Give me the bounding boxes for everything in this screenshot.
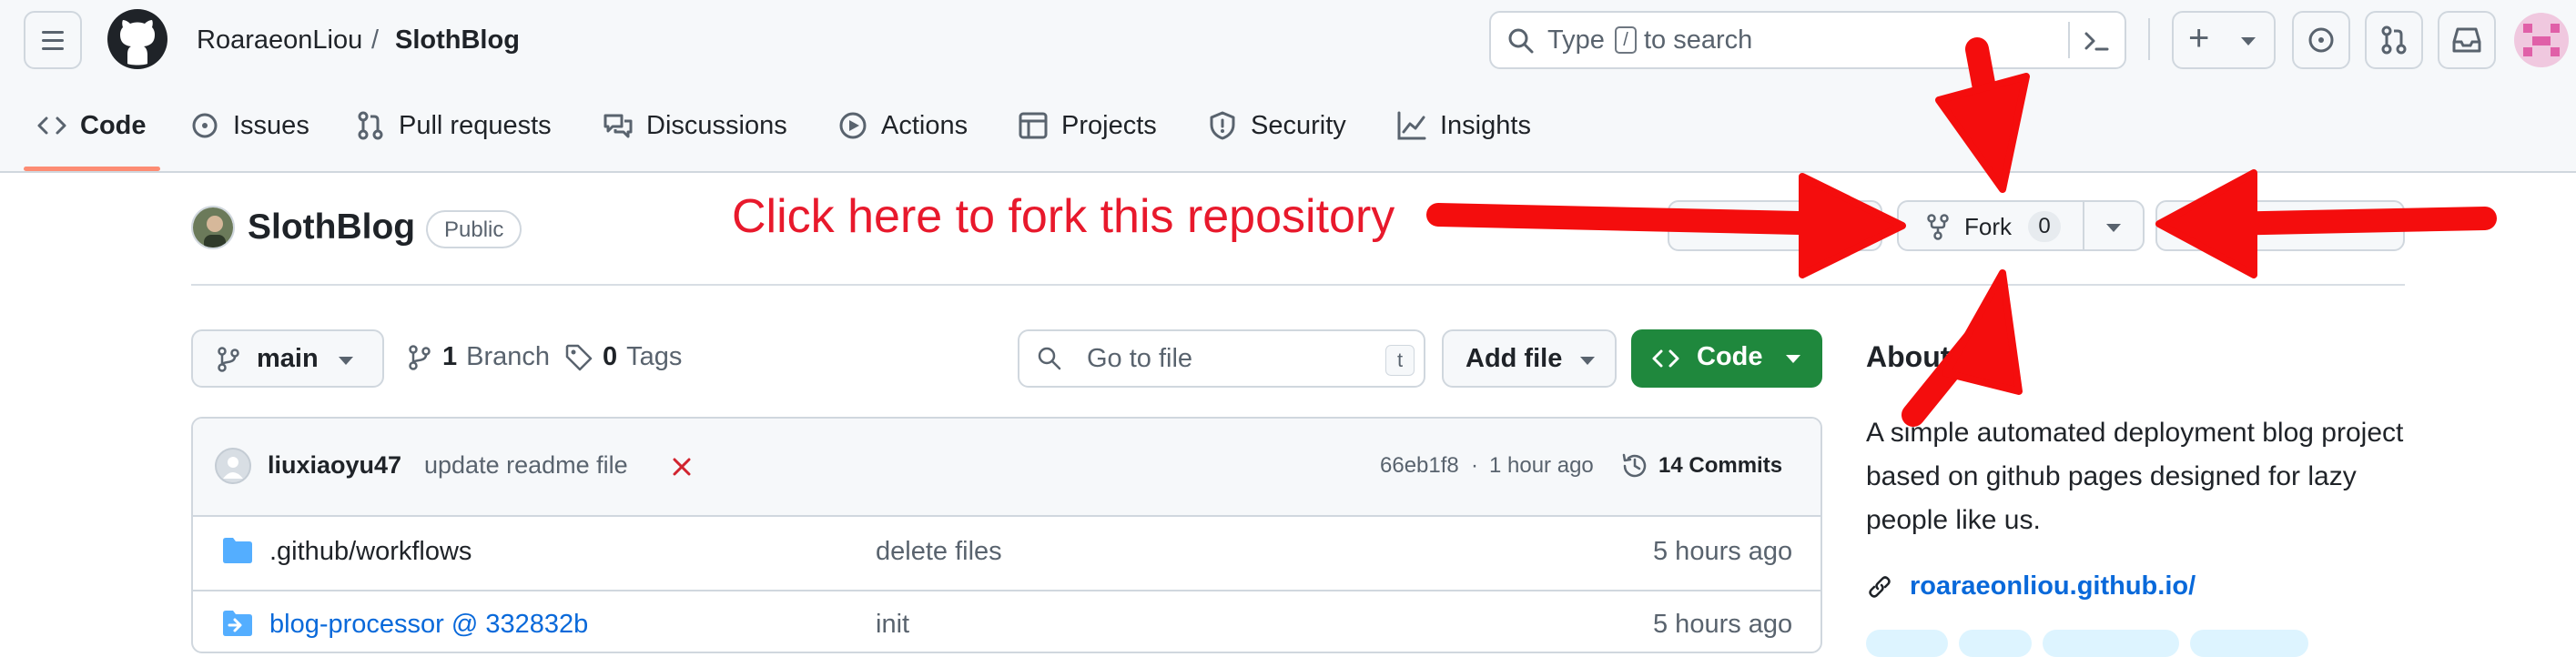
arrow-bottom-head [1942, 269, 2023, 395]
arrow-right-shaft [2209, 207, 2497, 236]
arrow-top-head [1935, 73, 2030, 193]
annotation-arrows [1426, 37, 2497, 427]
arrow-left-head [1799, 173, 1906, 278]
arrow-right-head [2155, 169, 2257, 278]
arrow-left-shaft [1426, 203, 1851, 236]
